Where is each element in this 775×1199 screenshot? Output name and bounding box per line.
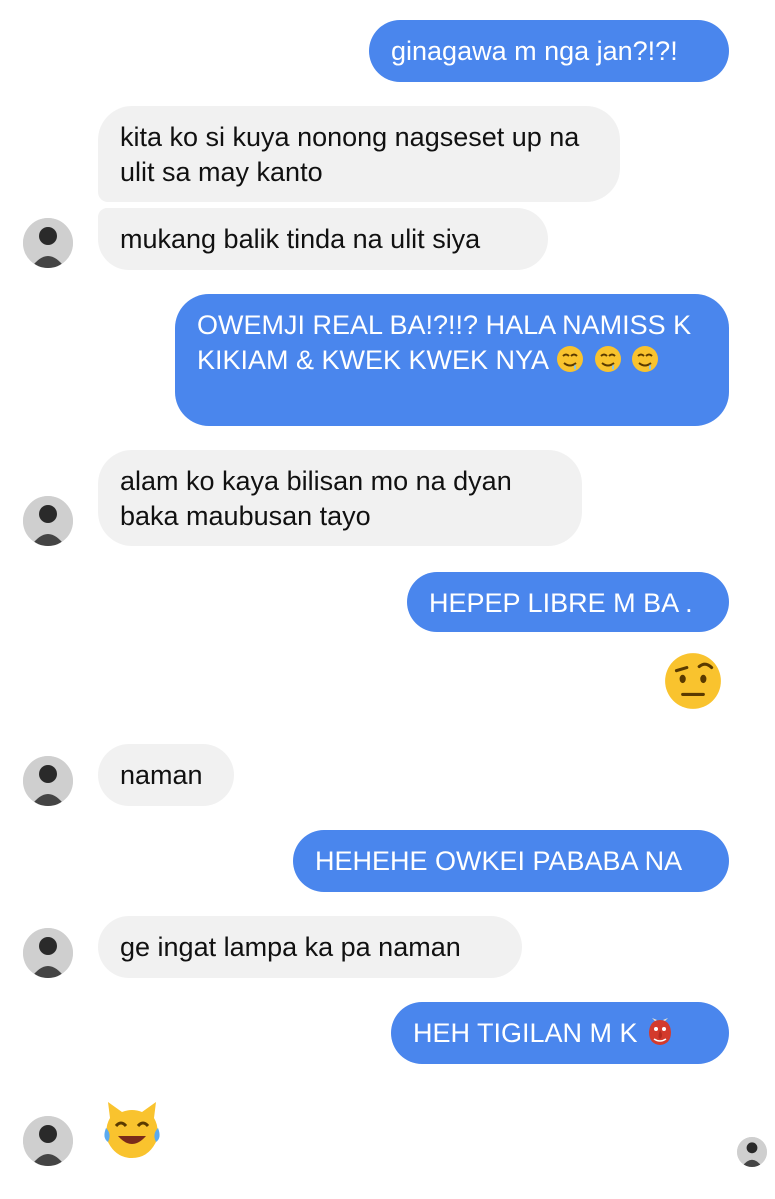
message-text: alam ko kaya bilisan mo na dyan baka mau… (120, 466, 512, 531)
avatar-image (23, 496, 73, 546)
message-text: HEH TIGILAN M K (413, 1018, 638, 1048)
contact-avatar[interactable] (23, 928, 73, 978)
avatar-image (23, 1116, 73, 1166)
outgoing-message[interactable]: HEHEHE OWKEI PABABA NA (293, 830, 729, 892)
outgoing-message[interactable]: HEPEP LIBRE M BA . (407, 572, 729, 632)
goblin-mask-icon (649, 1018, 672, 1045)
message-text: mukang balik tinda na ulit siya (120, 224, 481, 254)
incoming-message[interactable]: mukang balik tinda na ulit siya (98, 208, 548, 270)
message-text: ginagawa m nga jan?!?! (391, 36, 678, 66)
avatar-image (23, 928, 73, 978)
message-text: naman (120, 760, 203, 790)
message-text: kita ko si kuya nonong nagseset up na ul… (120, 122, 580, 187)
message-text: HEPEP LIBRE M BA . (429, 588, 693, 618)
face-with-raised-eyebrow-icon[interactable] (662, 650, 724, 712)
contact-avatar[interactable] (23, 218, 73, 268)
incoming-message[interactable]: kita ko si kuya nonong nagseset up na ul… (98, 106, 620, 202)
message-text: ge ingat lampa ka pa naman (120, 932, 461, 962)
incoming-message[interactable]: ge ingat lampa ka pa naman (98, 916, 522, 978)
contact-avatar[interactable] (23, 756, 73, 806)
incoming-message[interactable]: alam ko kaya bilisan mo na dyan baka mau… (98, 450, 582, 546)
avatar-image (737, 1137, 767, 1167)
incoming-message[interactable]: naman (98, 744, 234, 806)
contact-avatar[interactable] (23, 1116, 73, 1166)
drooling-face-icon (632, 346, 659, 372)
avatar-image (23, 756, 73, 806)
outgoing-message[interactable]: OWEMJI REAL BA!?!!? HALA NAMISS K KIKIAM… (175, 294, 729, 426)
drooling-face-icon (557, 346, 584, 372)
drooling-face-icon (594, 346, 621, 372)
contact-avatar[interactable] (23, 496, 73, 546)
outgoing-message[interactable]: ginagawa m nga jan?!?! (369, 20, 729, 82)
read-receipt-avatar (737, 1137, 767, 1167)
cat-with-tears-of-joy-icon[interactable] (100, 1098, 164, 1162)
outgoing-message[interactable]: HEH TIGILAN M K (391, 1002, 729, 1064)
avatar-image (23, 218, 73, 268)
message-text: HEHEHE OWKEI PABABA NA (315, 846, 683, 876)
